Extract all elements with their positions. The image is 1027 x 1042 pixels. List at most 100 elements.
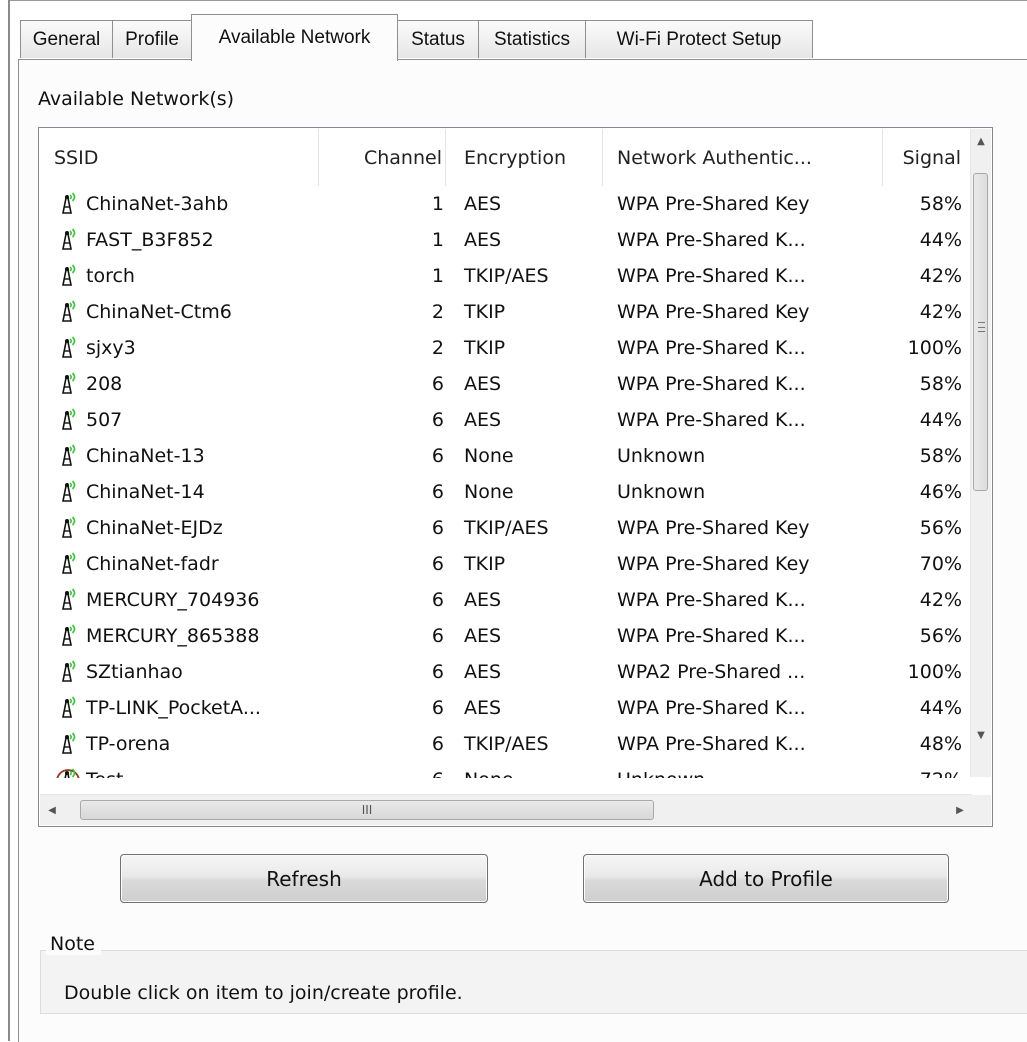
auth-cell: Unknown: [617, 762, 877, 778]
tab-available-network[interactable]: Available Network: [191, 14, 398, 61]
wifi-signal-icon: [62, 660, 76, 682]
network-row[interactable]: FAST_B3F852 1 AES WPA Pre-Shared K... 44%: [40, 222, 972, 258]
auth-cell: Unknown: [617, 481, 706, 503]
network-row[interactable]: ChinaNet-14 6 None Unknown 46%: [40, 474, 972, 510]
signal-cell: 46%: [919, 481, 962, 503]
network-row[interactable]: 208 6 AES WPA Pre-Shared K... 58%: [40, 366, 972, 402]
ssid-text: TP-orena: [86, 733, 171, 755]
wifi-signal-icon: [62, 516, 76, 538]
signal-cell: 42%: [919, 301, 962, 323]
ssid-cell: SZtianhao: [54, 654, 344, 690]
scroll-grip-label: III: [361, 803, 373, 817]
auth-cell: Unknown: [617, 445, 706, 467]
network-row[interactable]: TP-orena 6 TKIP/AES WPA Pre-Shared K... 48%: [40, 726, 972, 762]
refresh-button[interactable]: Refresh: [120, 854, 488, 903]
network-row[interactable]: ChinaNet-Ctm6 2 TKIP WPA Pre-Shared Key 42%: [40, 294, 972, 330]
encryption-cell: TKIP/AES: [464, 265, 549, 287]
network-row[interactable]: SZtianhao 6 AES WPA2 Pre-Shared ... 100%: [40, 654, 972, 690]
wifi-signal-icon: [62, 300, 76, 322]
vertical-scroll-thumb[interactable]: [973, 173, 988, 491]
network-row[interactable]: ChinaNet-13 6 None Unknown 58%: [40, 438, 972, 474]
channel-cell: 6: [431, 373, 444, 395]
column-header-network-authentication[interactable]: Network Authentic...: [603, 129, 883, 186]
signal-cell: 44%: [919, 697, 962, 719]
ssid-text: ChinaNet-3ahb: [86, 193, 229, 215]
signal-cell: 58%: [919, 373, 962, 395]
ssid-text: MERCURY_865388: [86, 625, 260, 647]
encryption-cell: AES: [464, 697, 502, 719]
tab-general[interactable]: General: [20, 20, 113, 58]
signal-cell: 58%: [919, 445, 962, 467]
ssid-cell: ChinaNet-3ahb: [54, 186, 344, 222]
scrollbar-corner: [971, 795, 991, 825]
encryption-cell: TKIP: [464, 301, 506, 323]
encryption-cell: AES: [464, 409, 502, 431]
channel-cell: 6: [431, 553, 444, 575]
network-row[interactable]: ChinaNet-fadr 6 TKIP WPA Pre-Shared Key 70%: [40, 546, 972, 582]
encryption-cell: TKIP: [464, 337, 506, 359]
signal-cell: 42%: [919, 265, 962, 287]
channel-cell: 6: [431, 733, 444, 755]
wifi-signal-icon: [62, 228, 76, 250]
auth-cell: WPA Pre-Shared K...: [617, 625, 806, 647]
signal-cell: 70%: [919, 553, 962, 575]
ssid-cell: Test: [54, 762, 344, 778]
vertical-scrollbar[interactable]: ▲ ▼: [970, 129, 991, 777]
tab-wifi-protect-setup[interactable]: Wi-Fi Protect Setup: [585, 20, 813, 58]
window-top-edge: [8, 0, 1027, 1]
encryption-cell: AES: [464, 661, 502, 683]
channel-cell: 6: [431, 481, 444, 503]
network-row[interactable]: 507 6 AES WPA Pre-Shared K... 44%: [40, 402, 972, 438]
wifi-signal-icon: [62, 336, 76, 358]
signal-cell: 44%: [919, 409, 962, 431]
ssid-cell: TP-LINK_PocketA...: [54, 690, 344, 726]
auth-cell: WPA Pre-Shared K...: [617, 265, 806, 287]
auth-cell: WPA Pre-Shared K...: [617, 409, 806, 431]
tab-profile[interactable]: Profile: [112, 20, 192, 58]
ssid-text: 507: [86, 409, 123, 431]
column-header-signal[interactable]: Signal: [883, 129, 972, 186]
auth-cell: WPA Pre-Shared Key: [617, 301, 810, 323]
tab-statistics[interactable]: Statistics: [478, 20, 586, 58]
wifi-signal-icon: [62, 444, 76, 466]
scroll-down-button[interactable]: ▼: [971, 723, 991, 747]
scroll-left-button[interactable]: ◀: [40, 795, 64, 825]
add-to-profile-button[interactable]: Add to Profile: [583, 854, 949, 903]
ssid-text: FAST_B3F852: [86, 229, 214, 251]
ssid-cell: FAST_B3F852: [54, 222, 344, 258]
network-row[interactable]: ChinaNet-EJDz 6 TKIP/AES WPA Pre-Shared Key…: [40, 510, 972, 546]
channel-cell: 1: [431, 193, 444, 215]
column-header-ssid[interactable]: SSID: [40, 129, 319, 186]
encryption-cell: AES: [464, 625, 502, 647]
network-row[interactable]: sjxy3 2 TKIP WPA Pre-Shared K... 100%: [40, 330, 972, 366]
horizontal-scroll-thumb[interactable]: III: [80, 800, 654, 820]
signal-cell: 56%: [919, 517, 962, 539]
column-header-encryption[interactable]: Encryption: [446, 129, 603, 186]
encryption-cell: None: [464, 445, 514, 467]
window-left-edge: [8, 0, 10, 1041]
ssid-text: Test: [86, 769, 123, 778]
tab-status[interactable]: Status: [397, 20, 479, 58]
signal-cell: 58%: [919, 193, 962, 215]
signal-cell: 72%: [870, 762, 962, 778]
network-row[interactable]: MERCURY_865388 6 AES WPA Pre-Shared K... 56%: [40, 618, 972, 654]
network-row[interactable]: TP-LINK_PocketA... 6 AES WPA Pre-Shared K..…: [40, 690, 972, 726]
channel-cell: 6: [431, 697, 444, 719]
ssid-text: ChinaNet-EJDz: [86, 517, 223, 539]
scroll-up-button[interactable]: ▲: [971, 129, 991, 153]
network-row[interactable]: MERCURY_704936 6 AES WPA Pre-Shared K... 42%: [40, 582, 972, 618]
channel-cell: 2: [431, 301, 444, 323]
scroll-right-button[interactable]: ▶: [948, 795, 972, 825]
horizontal-scrollbar[interactable]: ◀ III ▶: [40, 794, 972, 825]
note-title: Note: [46, 933, 101, 955]
channel-cell: 6: [431, 517, 444, 539]
network-row[interactable]: torch 1 TKIP/AES WPA Pre-Shared K... 42%: [40, 258, 972, 294]
network-list[interactable]: SSID Channel Encryption Network Authenti…: [38, 127, 993, 827]
network-row[interactable]: ChinaNet-3ahb 1 AES WPA Pre-Shared Key 58%: [40, 186, 972, 222]
ssid-cell: 507: [54, 402, 344, 438]
ssid-text: ChinaNet-13: [86, 445, 205, 467]
channel-cell: 6: [431, 445, 444, 467]
ssid-text: ChinaNet-Ctm6: [86, 301, 232, 323]
column-header-channel[interactable]: Channel: [319, 129, 446, 186]
network-row[interactable]: Test 6 None Unknown72%: [40, 762, 972, 778]
